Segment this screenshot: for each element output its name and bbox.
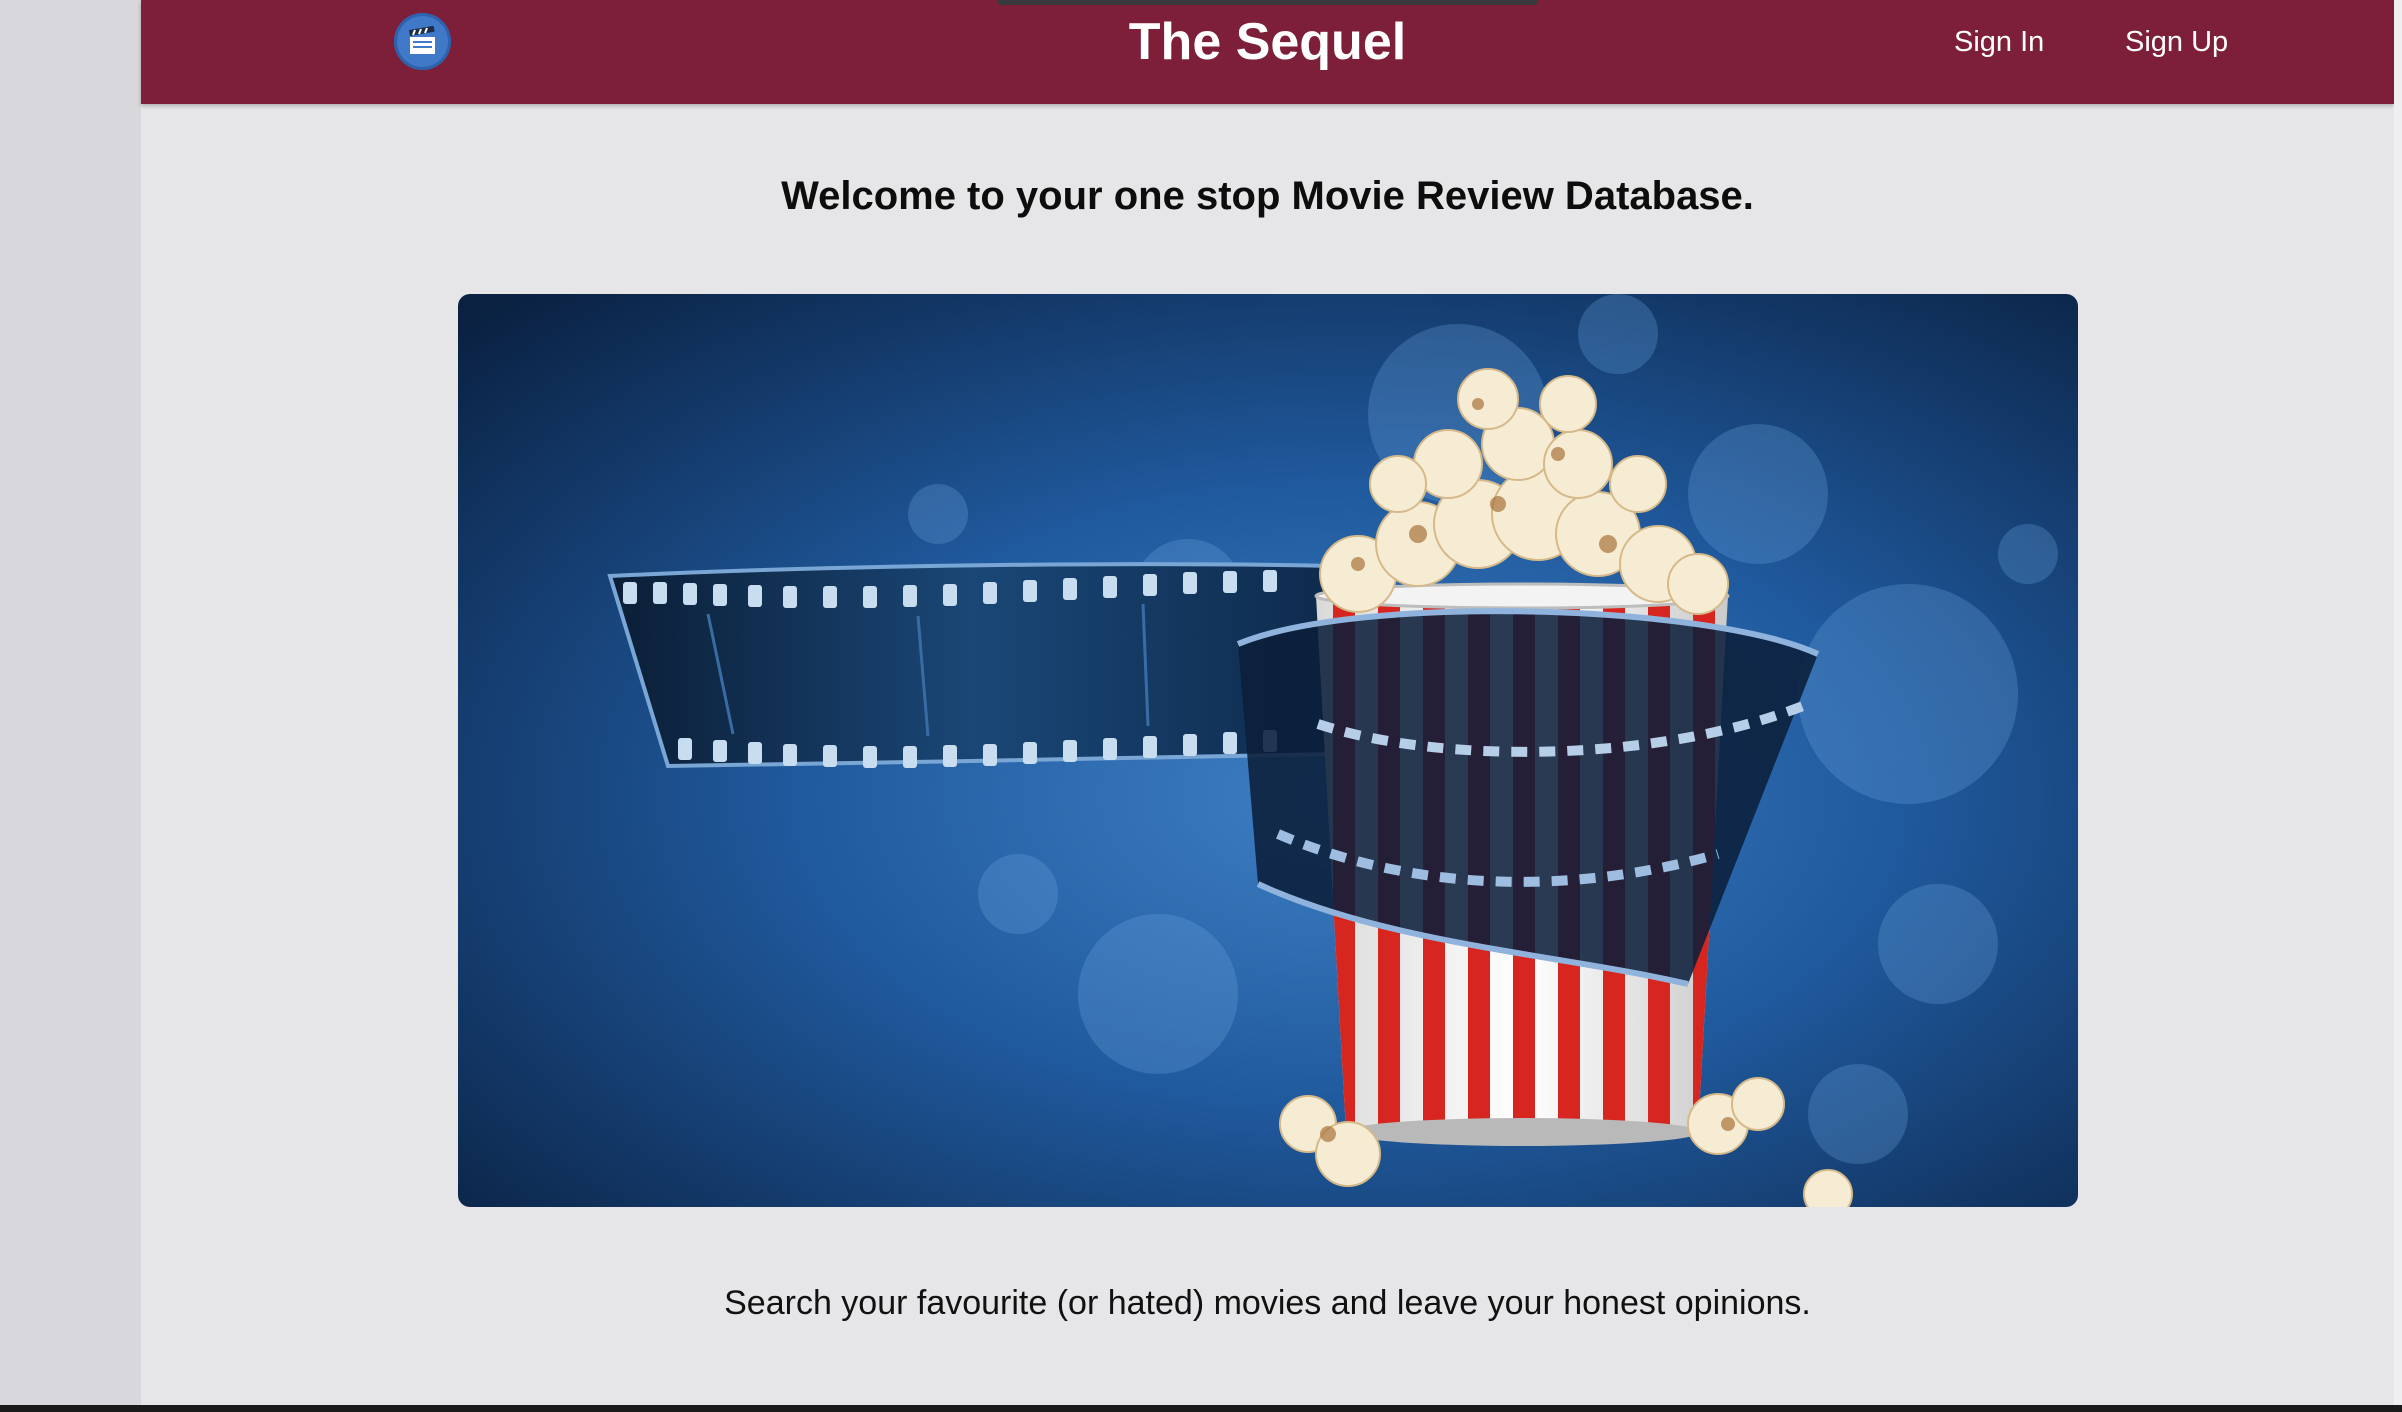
sign-in-link[interactable]: Sign In (1954, 22, 2044, 62)
hero-image (458, 294, 2078, 1207)
tagline-text: Search your favourite (or hated) movies … (724, 1284, 1811, 1322)
browser-top-bar (997, 0, 1538, 5)
window-right-edge (2394, 0, 2402, 1405)
site-title[interactable]: The Sequel (1129, 13, 1406, 71)
window-bottom-edge (0, 1405, 2402, 1412)
window-left-gutter (0, 0, 141, 1412)
page: The Sequel Sign In Sign Up Welcome to yo… (141, 0, 2394, 1405)
clapperboard-icon[interactable] (394, 13, 451, 70)
navbar: The Sequel Sign In Sign Up (141, 0, 2394, 104)
sign-up-link[interactable]: Sign Up (2125, 22, 2228, 62)
welcome-heading: Welcome to your one stop Movie Review Da… (781, 174, 1754, 218)
